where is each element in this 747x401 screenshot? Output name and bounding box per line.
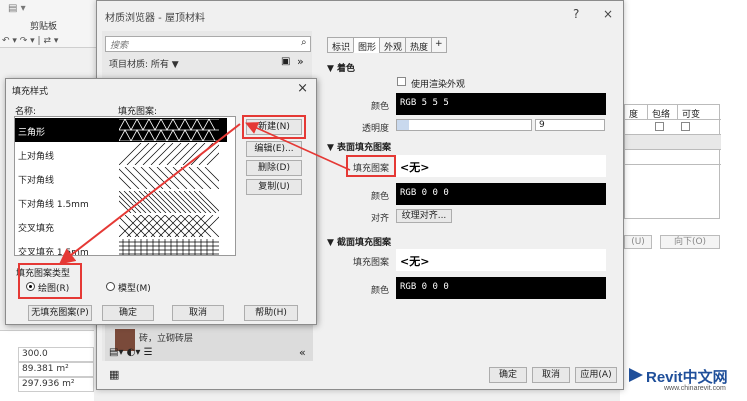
tab-thermal[interactable]: 热度	[405, 37, 434, 53]
close-button[interactable]: ×	[603, 7, 613, 21]
cut-fill-label: 填充图案	[352, 258, 389, 268]
cancel-button[interactable]: 取消	[172, 305, 224, 321]
tab-graphics[interactable]: 图形	[353, 37, 382, 53]
property-value[interactable]: 297.936 m²	[18, 377, 94, 392]
pattern-name: 上对角线	[18, 152, 55, 162]
shading-color-swatch[interactable]: RGB 5 5 5	[396, 93, 606, 115]
cut-color-label: 颜色	[370, 286, 389, 296]
table-header-cell: 包络	[647, 105, 677, 120]
move-down-button[interactable]: 向下(O)	[660, 235, 720, 249]
ok-button[interactable]: 确定	[489, 367, 527, 383]
panel-icon[interactable]: ▣	[281, 56, 290, 67]
no-fill-pattern-button[interactable]: 无填充图案(P)	[28, 305, 92, 321]
collapse-icon[interactable]: »	[297, 55, 304, 68]
property-value[interactable]: 300.0	[18, 347, 94, 362]
tab-appearance[interactable]: 外观	[379, 37, 408, 53]
copy-pattern-button[interactable]: 复制(U)	[246, 179, 302, 195]
pattern-name: 交叉填充 1.5mm	[18, 248, 89, 256]
dialog-title: 填充样式	[12, 87, 49, 97]
material-name[interactable]: 砖，立砌砖层	[139, 331, 193, 344]
cut-color-swatch[interactable]: RGB 0 0 0	[396, 277, 606, 299]
diagonal-down-dense-pattern-icon	[119, 191, 219, 213]
apply-button[interactable]: 应用(A)	[575, 367, 617, 383]
paste-icon[interactable]: ▤ ▾	[8, 3, 26, 14]
surface-pattern-header[interactable]: ▼ 表面填充图案	[327, 140, 391, 153]
model-radio[interactable]	[106, 282, 115, 291]
revit-logo-icon	[627, 366, 645, 384]
list-item[interactable]: 下对角线 1.5mm	[15, 190, 227, 214]
undo-redo-icons[interactable]: ↶ ▾ ↷ ▾ | ⇄ ▾	[2, 36, 58, 46]
material-editor-icon[interactable]: ▦	[109, 368, 119, 381]
pattern-name: 交叉填充	[18, 224, 55, 234]
highlight-fill-label	[346, 155, 396, 177]
checkbox[interactable]	[655, 122, 664, 131]
window-title: 材质浏览器 - 屋顶材料	[105, 13, 205, 24]
align-label: 对齐	[370, 214, 389, 224]
list-scrollbar[interactable]: ▾	[235, 117, 236, 255]
help-button[interactable]: ?	[573, 7, 579, 21]
list-item[interactable]: 上对角线	[15, 142, 227, 166]
checkbox[interactable]	[681, 122, 690, 131]
crosshatch-pattern-icon	[119, 215, 219, 237]
table-header-cell: 度	[625, 105, 647, 120]
pattern-name: 三角形	[18, 128, 46, 138]
cancel-button[interactable]: 取消	[532, 367, 570, 383]
ok-button[interactable]: 确定	[102, 305, 154, 321]
highlight-new-button	[242, 115, 306, 139]
properties-values: 300.0 89.381 m² 297.936 m²	[0, 330, 94, 401]
surface-color-label: 颜色	[370, 192, 389, 202]
table-header-cell: 可变	[677, 105, 721, 120]
search-icon[interactable]: ⌕	[301, 37, 307, 48]
diagonal-up-pattern-icon	[119, 143, 219, 165]
list-item[interactable]: 交叉填充	[15, 214, 227, 238]
pattern-name: 下对角线	[18, 176, 55, 186]
close-icon[interactable]: ×	[297, 81, 308, 96]
library-icons[interactable]: ▤▾ ◐▾ ☰	[109, 347, 153, 358]
surface-fill-pattern-box[interactable]: <无>	[396, 155, 606, 177]
search-input[interactable]: 搜索	[105, 36, 311, 52]
ribbon-clipboard-panel: ▤ ▾ 剪贴板 ↶ ▾ ↷ ▾ | ⇄ ▾	[0, 0, 100, 48]
list-item[interactable]: 三角形	[15, 118, 227, 142]
layers-table: 度 包络 可变	[624, 104, 721, 219]
project-materials-filter[interactable]: 项目材质: 所有 ▼	[109, 57, 179, 70]
clipboard-label: 剪贴板	[30, 22, 58, 32]
move-up-button[interactable]: (U)	[624, 235, 652, 249]
table-row[interactable]	[625, 150, 721, 165]
grid-pattern-icon	[119, 239, 219, 255]
triangle-pattern-icon	[119, 119, 219, 141]
highlight-pattern-type	[18, 263, 82, 299]
watermark-url: www.chinarevit.com	[664, 385, 726, 392]
pattern-name: 下对角线 1.5mm	[18, 200, 89, 210]
cut-pattern-header[interactable]: ▼ 截面填充图案	[327, 235, 391, 248]
model-radio-label[interactable]: 模型(M)	[118, 281, 151, 294]
render-appearance-checkbox[interactable]	[397, 77, 406, 86]
tab-identity[interactable]: 标识	[327, 37, 356, 53]
transparency-label: 透明度	[361, 124, 389, 134]
edit-pattern-button[interactable]: 编辑(E)...	[246, 141, 302, 157]
transparency-slider[interactable]	[396, 119, 532, 131]
transparency-input[interactable]: 9	[535, 119, 605, 131]
table-row[interactable]	[625, 120, 721, 135]
list-item[interactable]: 下对角线	[15, 166, 227, 190]
add-tab-button[interactable]: +	[431, 37, 447, 53]
watermark-logo-text: Revit中文网	[646, 369, 728, 386]
surface-color-swatch[interactable]: RGB 0 0 0	[396, 183, 606, 205]
table-row[interactable]	[625, 135, 721, 150]
help-button[interactable]: 帮助(H)	[244, 305, 298, 321]
render-appearance-label: 使用渲染外观	[411, 80, 466, 90]
shading-header[interactable]: ▼ 着色	[327, 61, 355, 74]
pattern-list: 三角形 上对角线 下对角线 下对角线 1.5mm 交叉填充 交叉填充 1.5mm	[14, 116, 236, 256]
list-item[interactable]: 交叉填充 1.5mm	[15, 238, 227, 256]
delete-pattern-button[interactable]: 删除(D)	[246, 160, 302, 176]
property-value[interactable]: 89.381 m²	[18, 362, 94, 377]
diagonal-down-pattern-icon	[119, 167, 219, 189]
transparency-fill	[397, 120, 409, 130]
texture-align-button[interactable]: 纹理对齐...	[396, 209, 452, 223]
collapse-library-icon[interactable]: «	[299, 346, 306, 359]
fill-patterns-dialog: 填充样式 × 名称: 填充图案: 三角形 上对角线 下对角线 下对角线 1.5m…	[5, 78, 317, 325]
color-label: 颜色	[370, 102, 389, 112]
cut-fill-pattern-box[interactable]: <无>	[396, 249, 606, 271]
